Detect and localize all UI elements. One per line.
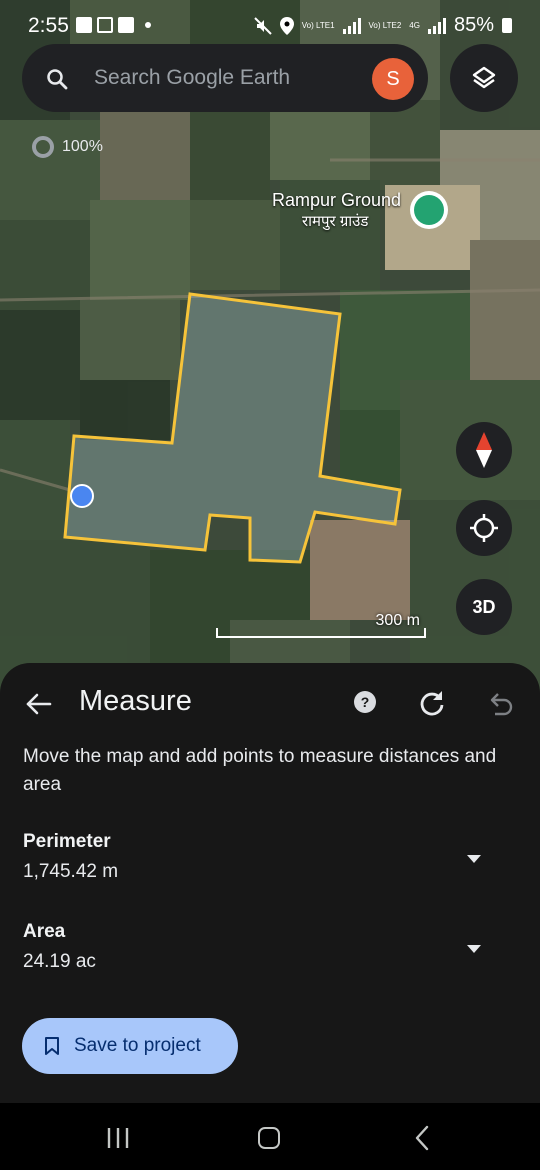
system-icons: Vo) LTE1 Vo) LTE2 4G 85% — [254, 14, 512, 37]
search-input[interactable] — [94, 58, 354, 98]
scale-bar-line — [216, 628, 426, 638]
status-time: 2:55 — [28, 14, 69, 37]
bookmark-icon — [45, 1037, 59, 1055]
home-icon[interactable] — [258, 1127, 280, 1149]
3d-toggle-button[interactable]: 3D — [456, 579, 512, 635]
perimeter-dropdown-icon[interactable] — [467, 855, 481, 863]
layers-icon — [472, 66, 496, 89]
place-name-hindi: रामपुर ग्राउंड — [302, 213, 369, 230]
area-value: 24.19 ac — [23, 951, 96, 972]
gallery-icon — [76, 17, 92, 33]
signal-1-icon — [342, 17, 361, 34]
more-notifications-icon — [145, 22, 151, 28]
undo-icon[interactable] — [486, 691, 514, 717]
mute-icon — [254, 16, 272, 35]
location-icon — [279, 16, 294, 35]
perimeter-value: 1,745.42 m — [23, 861, 119, 882]
sim1-label: Vo) LTE1 — [301, 21, 335, 30]
system-nav-bar — [0, 1103, 540, 1170]
back-icon[interactable] — [414, 1125, 430, 1151]
save-to-project-button[interactable]: Save to project — [22, 1018, 238, 1074]
avatar[interactable]: S — [372, 58, 414, 100]
network-type: 4G — [409, 21, 420, 30]
arrow-back-icon[interactable] — [24, 689, 54, 719]
area-dropdown-icon[interactable] — [467, 945, 481, 953]
place-pin-icon[interactable] — [410, 191, 448, 229]
opacity-ring-icon — [32, 136, 54, 158]
measure-description: Move the map and add points to measure d… — [23, 746, 497, 795]
compass-button[interactable] — [456, 422, 512, 478]
area-row[interactable]: Area 24.19 ac — [23, 921, 517, 973]
measure-sheet: Measure ? Move the map and add points to… — [0, 663, 540, 1103]
sim2-label: Vo) LTE2 — [368, 21, 402, 30]
search-bar[interactable]: S — [22, 44, 428, 112]
notification-icons — [76, 17, 151, 33]
checkbox-icon — [118, 17, 134, 33]
search-icon — [47, 69, 68, 90]
place-label[interactable]: Rampur Ground रामपुर ग्राउंड — [272, 190, 401, 231]
my-location-button[interactable] — [456, 500, 512, 556]
opacity-indicator[interactable]: 100% — [32, 136, 103, 158]
compass-icon — [476, 432, 492, 468]
save-label: Save to project — [74, 1035, 201, 1056]
area-label: Area — [23, 921, 66, 942]
my-location-icon — [470, 514, 498, 542]
refresh-icon[interactable] — [418, 689, 446, 717]
opacity-label: 100% — [62, 138, 103, 155]
gmail-icon — [97, 17, 113, 33]
place-name-english: Rampur Ground — [272, 190, 402, 210]
signal-2-icon — [427, 17, 446, 34]
measure-point[interactable] — [70, 484, 94, 508]
measure-title: Measure — [79, 685, 192, 717]
help-icon[interactable]: ? — [354, 691, 376, 713]
battery-icon — [502, 18, 512, 33]
recent-apps-icon[interactable] — [106, 1127, 130, 1149]
perimeter-label: Perimeter — [23, 831, 111, 852]
layers-button[interactable] — [450, 44, 518, 112]
perimeter-row[interactable]: Perimeter 1,745.42 m — [23, 831, 517, 883]
scale-bar: 300 m — [216, 612, 428, 640]
battery-percent: 85% — [453, 14, 494, 36]
